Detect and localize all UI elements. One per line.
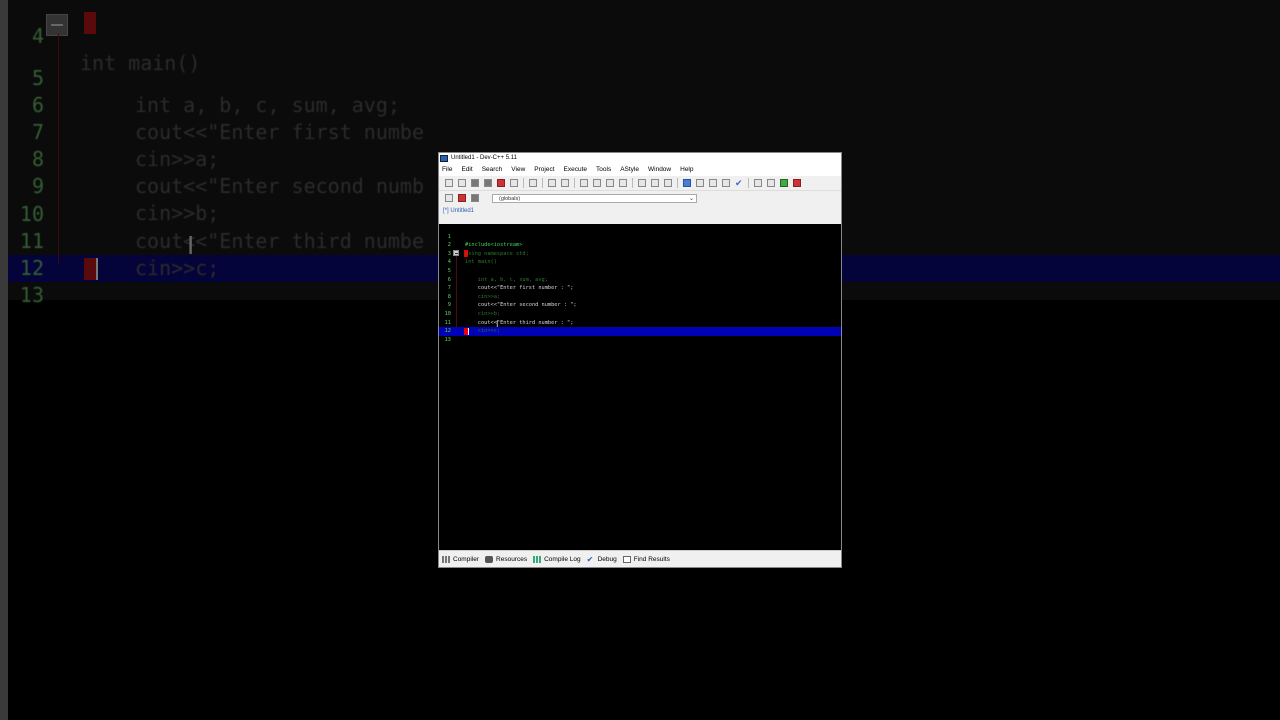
editor-tab-row: [*] Untitled1: [439, 205, 841, 217]
menu-execute[interactable]: Execute: [564, 164, 588, 176]
save-icon[interactable]: [471, 179, 479, 187]
forward-icon[interactable]: [651, 179, 659, 187]
rebuild-all-icon[interactable]: [722, 179, 730, 187]
toolbar-separator: [748, 178, 749, 188]
tab-label: Debug: [597, 555, 617, 563]
insert-icon[interactable]: [445, 194, 453, 202]
menu-search[interactable]: Search: [482, 164, 503, 176]
menu-tools[interactable]: Tools: [596, 164, 611, 176]
close-all-icon[interactable]: [510, 179, 518, 187]
code-line: 9 cin>>b;: [439, 293, 841, 317]
toolbar-separator: [574, 178, 575, 188]
code-line: 10 cout<<"Enter third number : ";: [439, 301, 841, 326]
close-project-icon[interactable]: [767, 179, 775, 187]
code-line: 11 cin>>c;: [439, 310, 841, 335]
title-bar: Untitled1 - Dev-C++ 5.11: [439, 153, 841, 164]
close-file-icon[interactable]: [497, 179, 505, 187]
main-toolbar: ✔: [439, 176, 841, 191]
code-line: 4: [439, 250, 841, 265]
run-icon[interactable]: [696, 179, 704, 187]
background-line: 4 int main(): [0, 0, 1280, 75]
menu-file[interactable]: File: [442, 164, 452, 176]
profile-icon[interactable]: [780, 179, 788, 187]
devcpp-window: Untitled1 - Dev-C++ 5.11 File Edit Searc…: [438, 152, 842, 568]
menu-window[interactable]: Window: [648, 164, 671, 176]
background-ibeam-cursor-icon: I: [187, 230, 195, 260]
back-icon[interactable]: [638, 179, 646, 187]
background-line: 6 cout<<"Enter first numbe: [0, 65, 1280, 144]
app-icon: [440, 155, 448, 162]
code-line: 12: [439, 319, 841, 334]
code-line: 1 #include<iostream>: [439, 224, 841, 249]
bottom-panel-tabs: Compiler Resources Compile Log ✔ Debug F…: [439, 550, 841, 567]
toggle-breakpoint-icon[interactable]: [458, 194, 466, 202]
tab-compiler[interactable]: Compiler: [442, 555, 480, 563]
print-icon[interactable]: [529, 179, 537, 187]
tab-find-results[interactable]: Find Results: [622, 555, 670, 563]
tab-untitled1[interactable]: [*] Untitled1: [443, 208, 474, 214]
tab-compile-log[interactable]: Compile Log: [533, 555, 581, 563]
debug-icon[interactable]: [793, 179, 801, 187]
menu-project[interactable]: Project: [534, 164, 554, 176]
undo-icon[interactable]: [548, 179, 556, 187]
code-line: 8 cout<<"Enter second number : ";: [439, 284, 841, 309]
window-title: Untitled1 - Dev-C++ 5.11: [451, 155, 517, 161]
compile-log-icon: [533, 555, 542, 563]
menu-view[interactable]: View: [511, 164, 525, 176]
code-line: 7 cin>>a;: [439, 276, 841, 300]
open-file-icon[interactable]: [458, 179, 466, 187]
tab-resources[interactable]: Resources: [485, 555, 528, 563]
globals-select[interactable]: (globals) ⌄: [492, 193, 697, 203]
save-all-icon[interactable]: [484, 179, 492, 187]
tab-debug[interactable]: ✔ Debug: [586, 554, 617, 564]
toggle-bookmark-icon[interactable]: [664, 179, 672, 187]
find-icon[interactable]: [580, 179, 588, 187]
code-line: 6 cout<<"Enter first number : ";: [439, 267, 841, 292]
background-line-number: 13: [19, 283, 44, 307]
redo-icon[interactable]: [561, 179, 569, 187]
code-line: 3 int main(): [439, 241, 841, 266]
stop-execution-icon[interactable]: [754, 179, 762, 187]
compile-run-icon[interactable]: [709, 179, 717, 187]
background-line: 5 int a, b, c, sum, avg;: [0, 38, 1280, 117]
chevron-down-icon: ⌄: [688, 195, 694, 202]
replace-icon[interactable]: [593, 179, 601, 187]
indent-icon[interactable]: [619, 179, 627, 187]
globals-select-value: (globals): [499, 195, 521, 202]
toolbar-separator: [523, 178, 524, 188]
code-editor[interactable]: 1 #include<iostream> 2 using namespace s…: [439, 224, 841, 552]
code-line: 5 int a, b, c, sum, avg;: [439, 258, 841, 283]
compiler-icon: [442, 555, 450, 563]
background-line: 8 cout<<"Enter second numb: [0, 119, 1280, 198]
new-file-icon[interactable]: [445, 179, 453, 187]
tab-label: Resources: [496, 555, 528, 563]
secondary-toolbar: (globals) ⌄: [439, 191, 841, 205]
code-line: 13: [439, 327, 841, 343]
line-number: 13: [444, 336, 451, 343]
ibeam-cursor-icon: I: [496, 319, 499, 329]
menu-astyle[interactable]: AStyle: [620, 164, 639, 176]
goto-line-icon[interactable]: [606, 179, 614, 187]
syntax-check-icon[interactable]: ✔: [735, 179, 743, 188]
background-line: 7 cin>>a;: [0, 92, 1280, 171]
class-browser-icon[interactable]: [471, 194, 479, 202]
menu-bar: File Edit Search View Project Execute To…: [439, 164, 841, 176]
find-results-icon: [622, 555, 631, 563]
toolbar-separator: [632, 178, 633, 188]
menu-help[interactable]: Help: [680, 164, 693, 176]
tab-label: Compile Log: [544, 555, 581, 563]
debug-check-icon: ✔: [586, 554, 594, 564]
menu-edit[interactable]: Edit: [461, 164, 472, 176]
compile-icon[interactable]: [683, 179, 691, 187]
code-line: 2 using namespace std;: [439, 233, 841, 257]
tab-label: Find Results: [633, 555, 670, 563]
toolbar-separator: [542, 178, 543, 188]
background-left-strip: [0, 0, 8, 720]
toolbar-separator: [677, 178, 678, 188]
tab-label: Compiler: [453, 555, 480, 563]
resources-icon: [485, 555, 494, 563]
